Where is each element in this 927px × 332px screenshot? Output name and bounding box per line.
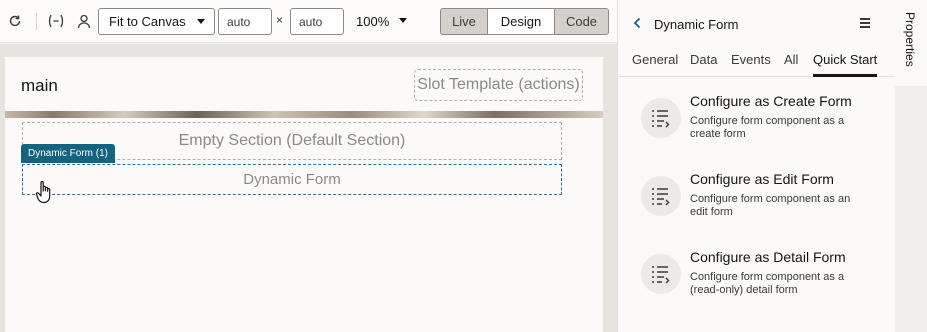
back-chevron-icon[interactable] <box>633 17 641 32</box>
toolbar-divider <box>36 13 37 30</box>
quick-start-title: Configure as Edit Form <box>690 171 834 187</box>
variables-icon[interactable] <box>46 11 66 31</box>
user-icon[interactable] <box>74 11 94 31</box>
quick-start-create-form[interactable]: Configure as Create Form Configure form … <box>641 93 881 153</box>
menu-icon[interactable] <box>860 18 870 30</box>
chevron-down-icon <box>197 19 205 24</box>
tab-events[interactable]: Events <box>731 52 771 67</box>
banner-image <box>5 111 603 118</box>
width-input[interactable]: auto <box>218 8 272 35</box>
quick-start-description: Configure form component as an edit form <box>690 193 851 218</box>
mode-design-button[interactable]: Design <box>488 9 555 34</box>
page-preview: main Slot Template (actions) Empty Secti… <box>5 57 603 332</box>
width-value: auto <box>227 14 251 29</box>
quick-start-description: Configure form component as a create for… <box>690 115 845 140</box>
tab-all[interactable]: All <box>784 52 798 67</box>
component-badge[interactable]: Dynamic Form (1) <box>21 144 116 163</box>
refresh-icon[interactable] <box>5 11 25 31</box>
form-list-icon <box>641 98 681 138</box>
fit-to-canvas-select[interactable]: Fit to Canvas <box>98 8 215 35</box>
height-value: auto <box>299 14 323 29</box>
form-list-icon <box>641 254 681 294</box>
properties-side-tab[interactable]: Properties <box>895 0 927 86</box>
quick-start-title: Configure as Create Form <box>690 93 852 109</box>
tab-data[interactable]: Data <box>690 52 717 67</box>
mode-code-button[interactable]: Code <box>555 9 608 34</box>
zoom-level[interactable]: 100% <box>356 14 389 29</box>
properties-side-tab-label: Properties <box>903 12 917 67</box>
form-list-icon <box>641 176 681 216</box>
view-mode-switch: Live Design Code <box>440 8 609 35</box>
quick-start-title: Configure as Detail Form <box>690 249 846 265</box>
panel-title: Dynamic Form <box>654 17 739 32</box>
height-input[interactable]: auto <box>290 8 344 35</box>
panel-tabs: General Data Events All Quick Start <box>618 47 896 77</box>
canvas-toolbar: Fit to Canvas auto × auto 100% Live Desi… <box>0 0 617 43</box>
dimension-separator: × <box>276 13 284 27</box>
fit-to-canvas-value: Fit to Canvas <box>109 14 186 29</box>
mode-live-button[interactable]: Live <box>441 9 488 34</box>
quick-start-edit-form[interactable]: Configure as Edit Form Configure form co… <box>641 171 881 231</box>
dynamic-form-component[interactable]: Dynamic Form <box>22 164 562 195</box>
tab-general[interactable]: General <box>632 52 678 67</box>
quick-start-description: Configure form component as a (read-only… <box>690 271 845 296</box>
quick-start-detail-form[interactable]: Configure as Detail Form Configure form … <box>641 249 881 309</box>
tab-quick-start[interactable]: Quick Start <box>813 52 877 67</box>
side-tab-strip: Properties <box>895 0 927 332</box>
slot-template-actions[interactable]: Slot Template (actions) <box>414 69 583 101</box>
properties-panel: Dynamic Form General Data Events All Qui… <box>617 0 896 332</box>
hand-cursor-icon <box>35 179 57 205</box>
panel-header: Dynamic Form <box>618 0 896 45</box>
page-title: main <box>21 76 58 95</box>
active-tab-indicator <box>813 74 877 77</box>
zoom-chevron-down-icon[interactable] <box>399 18 407 23</box>
